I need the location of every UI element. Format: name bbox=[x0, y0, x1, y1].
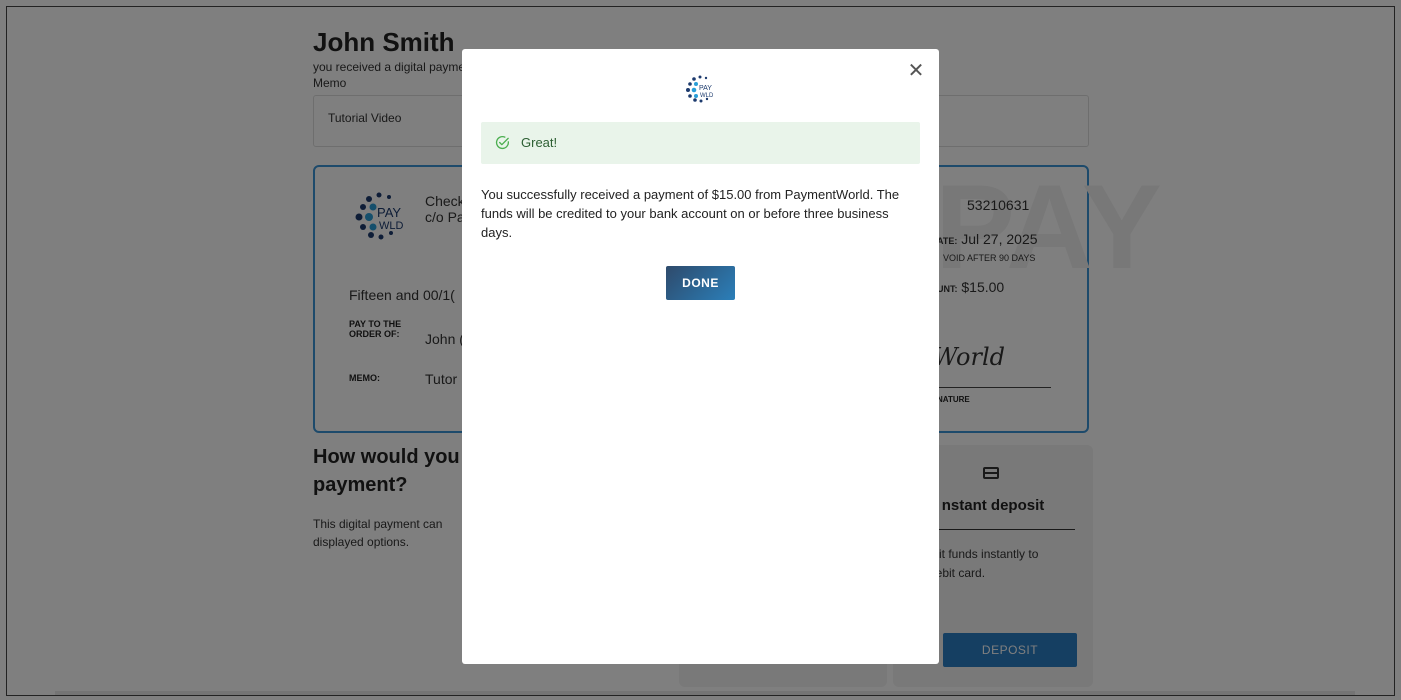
done-button[interactable]: DONE bbox=[666, 266, 735, 300]
success-message: You successfully received a payment of $… bbox=[481, 187, 900, 240]
check-circle-icon bbox=[495, 136, 509, 150]
success-alert: Great! bbox=[481, 122, 920, 164]
svg-text:WLD: WLD bbox=[700, 93, 714, 99]
success-modal: ✕ PAY WLD Great! You successfully receiv… bbox=[462, 49, 939, 664]
paywld-logo-icon: PAY WLD bbox=[686, 75, 714, 103]
alert-text: Great! bbox=[521, 135, 558, 150]
close-icon[interactable]: ✕ bbox=[906, 61, 926, 81]
svg-text:PAY: PAY bbox=[699, 85, 712, 92]
